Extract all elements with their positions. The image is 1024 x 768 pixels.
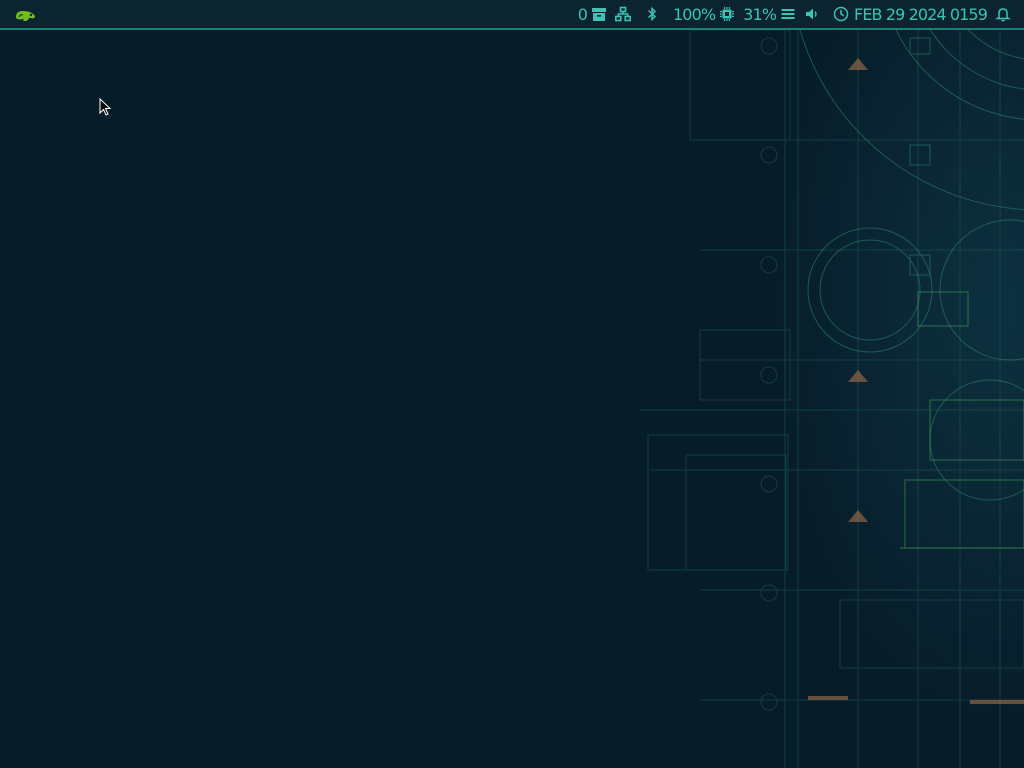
clock-datetime: FEB 29 2024 0159 xyxy=(854,4,988,24)
network-indicator[interactable] xyxy=(611,0,640,28)
cpu-indicator[interactable]: 100% xyxy=(669,0,739,28)
desktop[interactable]: 0 100% 31% FEB 29 2024 0159 xyxy=(0,0,1024,768)
memory-usage: 31% xyxy=(743,4,777,24)
cpu-usage: 100% xyxy=(673,4,716,24)
system-tray: 0 100% 31% FEB 29 2024 0159 xyxy=(574,0,1020,28)
clock-indicator[interactable]: FEB 29 2024 0159 xyxy=(829,0,991,28)
speaker-icon xyxy=(804,6,820,22)
opensuse-chameleon-icon[interactable] xyxy=(14,7,36,23)
memory-indicator[interactable]: 31% xyxy=(739,0,800,28)
archive-count: 0 xyxy=(577,4,588,24)
clock-icon xyxy=(833,6,849,22)
blueprint-wallpaper xyxy=(0,0,1024,768)
bluetooth-icon xyxy=(644,6,660,22)
cpu-chip-icon xyxy=(719,6,735,22)
bluetooth-indicator[interactable] xyxy=(640,0,669,28)
notifications-indicator[interactable] xyxy=(991,0,1020,28)
archive-indicator[interactable]: 0 xyxy=(574,0,611,28)
archive-box-icon xyxy=(591,6,607,22)
bell-icon xyxy=(995,6,1011,22)
wired-network-icon xyxy=(615,6,632,22)
top-panel: 0 100% 31% FEB 29 2024 0159 xyxy=(0,0,1024,30)
volume-indicator[interactable] xyxy=(800,0,829,28)
mouse-pointer-icon xyxy=(99,98,111,116)
memory-menu-icon xyxy=(780,6,796,22)
